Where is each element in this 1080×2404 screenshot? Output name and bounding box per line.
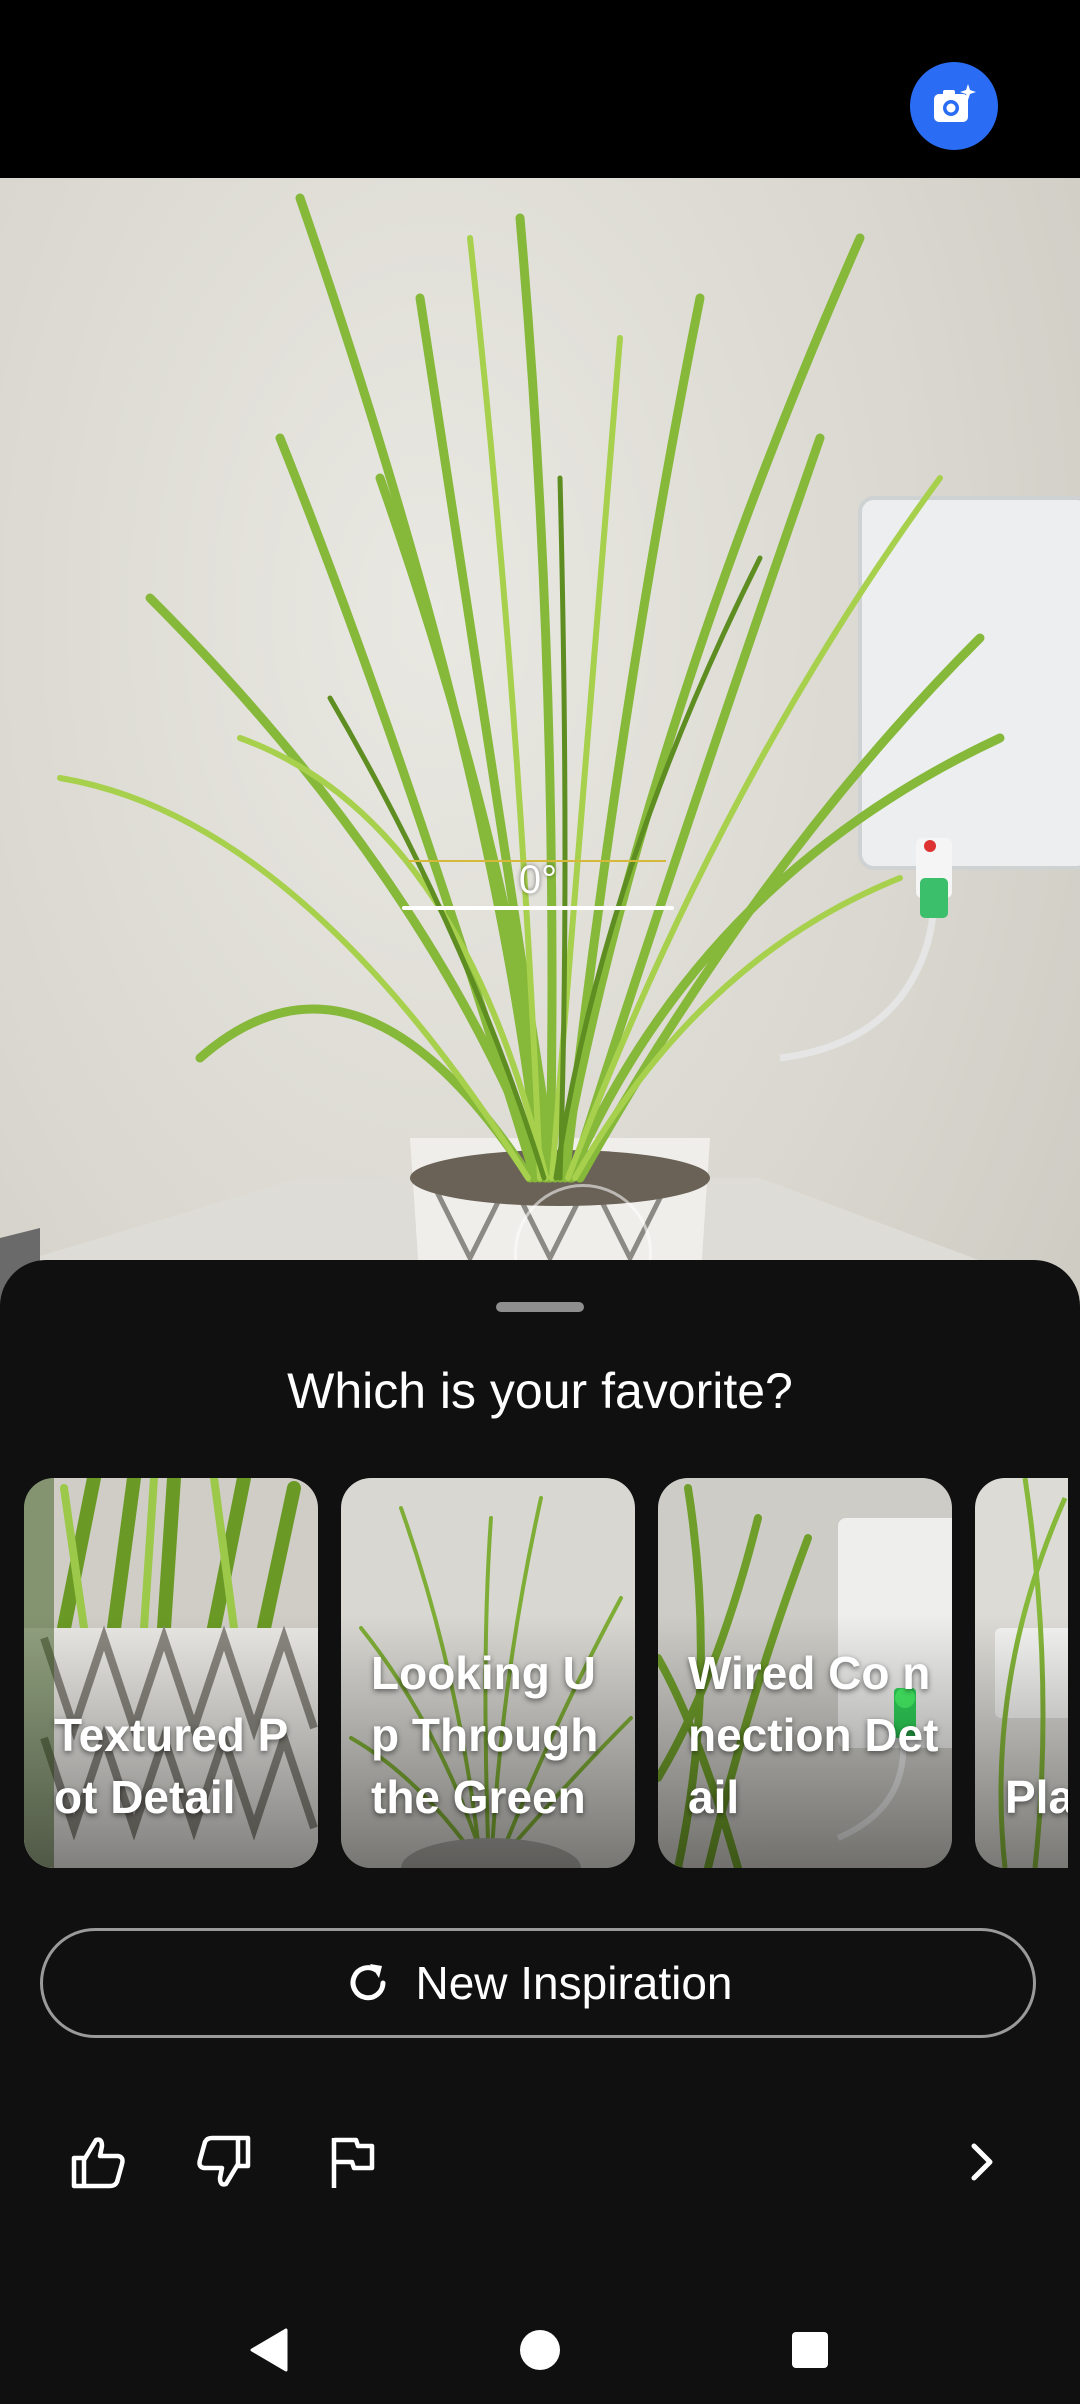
feedback-row [0, 2112, 1080, 2212]
level-indicator: 0° [398, 838, 678, 910]
level-readout: 0° [518, 858, 558, 902]
card-label: Textured Pot Detail [54, 1709, 289, 1823]
thumbs-up-icon[interactable] [68, 2132, 128, 2192]
refresh-icon [350, 1964, 386, 2001]
camera-sparkle-icon [934, 84, 976, 122]
new-inspiration-button[interactable]: New Inspiration [40, 1928, 1036, 2038]
thumbs-down-icon[interactable] [194, 2132, 254, 2192]
inspiration-card-list[interactable]: Textured Pot Detail Looking Up Through t… [24, 1478, 1068, 1870]
card-label: Looking Up Through the Green [371, 1647, 599, 1823]
back-icon[interactable] [240, 2320, 300, 2380]
card-label: Pla Co [1005, 1771, 1068, 1823]
sheet-title: Which is your favorite? [287, 1363, 793, 1419]
chevron-right-icon[interactable] [952, 2132, 1012, 2192]
inspiration-card[interactable]: Pla Co [975, 1478, 1068, 1868]
inspiration-card[interactable]: Looking Up Through the Green [341, 1478, 635, 1868]
inspiration-card[interactable]: Textured Pot Detail [24, 1478, 318, 1868]
home-icon[interactable] [510, 2320, 570, 2380]
inspiration-card[interactable]: Wired Co nnection Detail [658, 1478, 952, 1868]
new-inspiration-label: New Inspiration [415, 1957, 733, 2009]
inspiration-sheet: Which is your favorite? Textured Pot Det… [0, 1260, 1080, 2404]
top-bar [0, 0, 1080, 178]
recents-icon[interactable] [780, 2320, 840, 2380]
card-label: Wired Co nnection Detail [688, 1647, 939, 1823]
sheet-drag-handle[interactable] [496, 1302, 584, 1312]
level-horizon-line [402, 906, 674, 910]
flag-icon[interactable] [322, 2132, 382, 2192]
ai-camera-button[interactable] [910, 62, 998, 150]
system-navigation-bar [0, 2300, 1080, 2404]
